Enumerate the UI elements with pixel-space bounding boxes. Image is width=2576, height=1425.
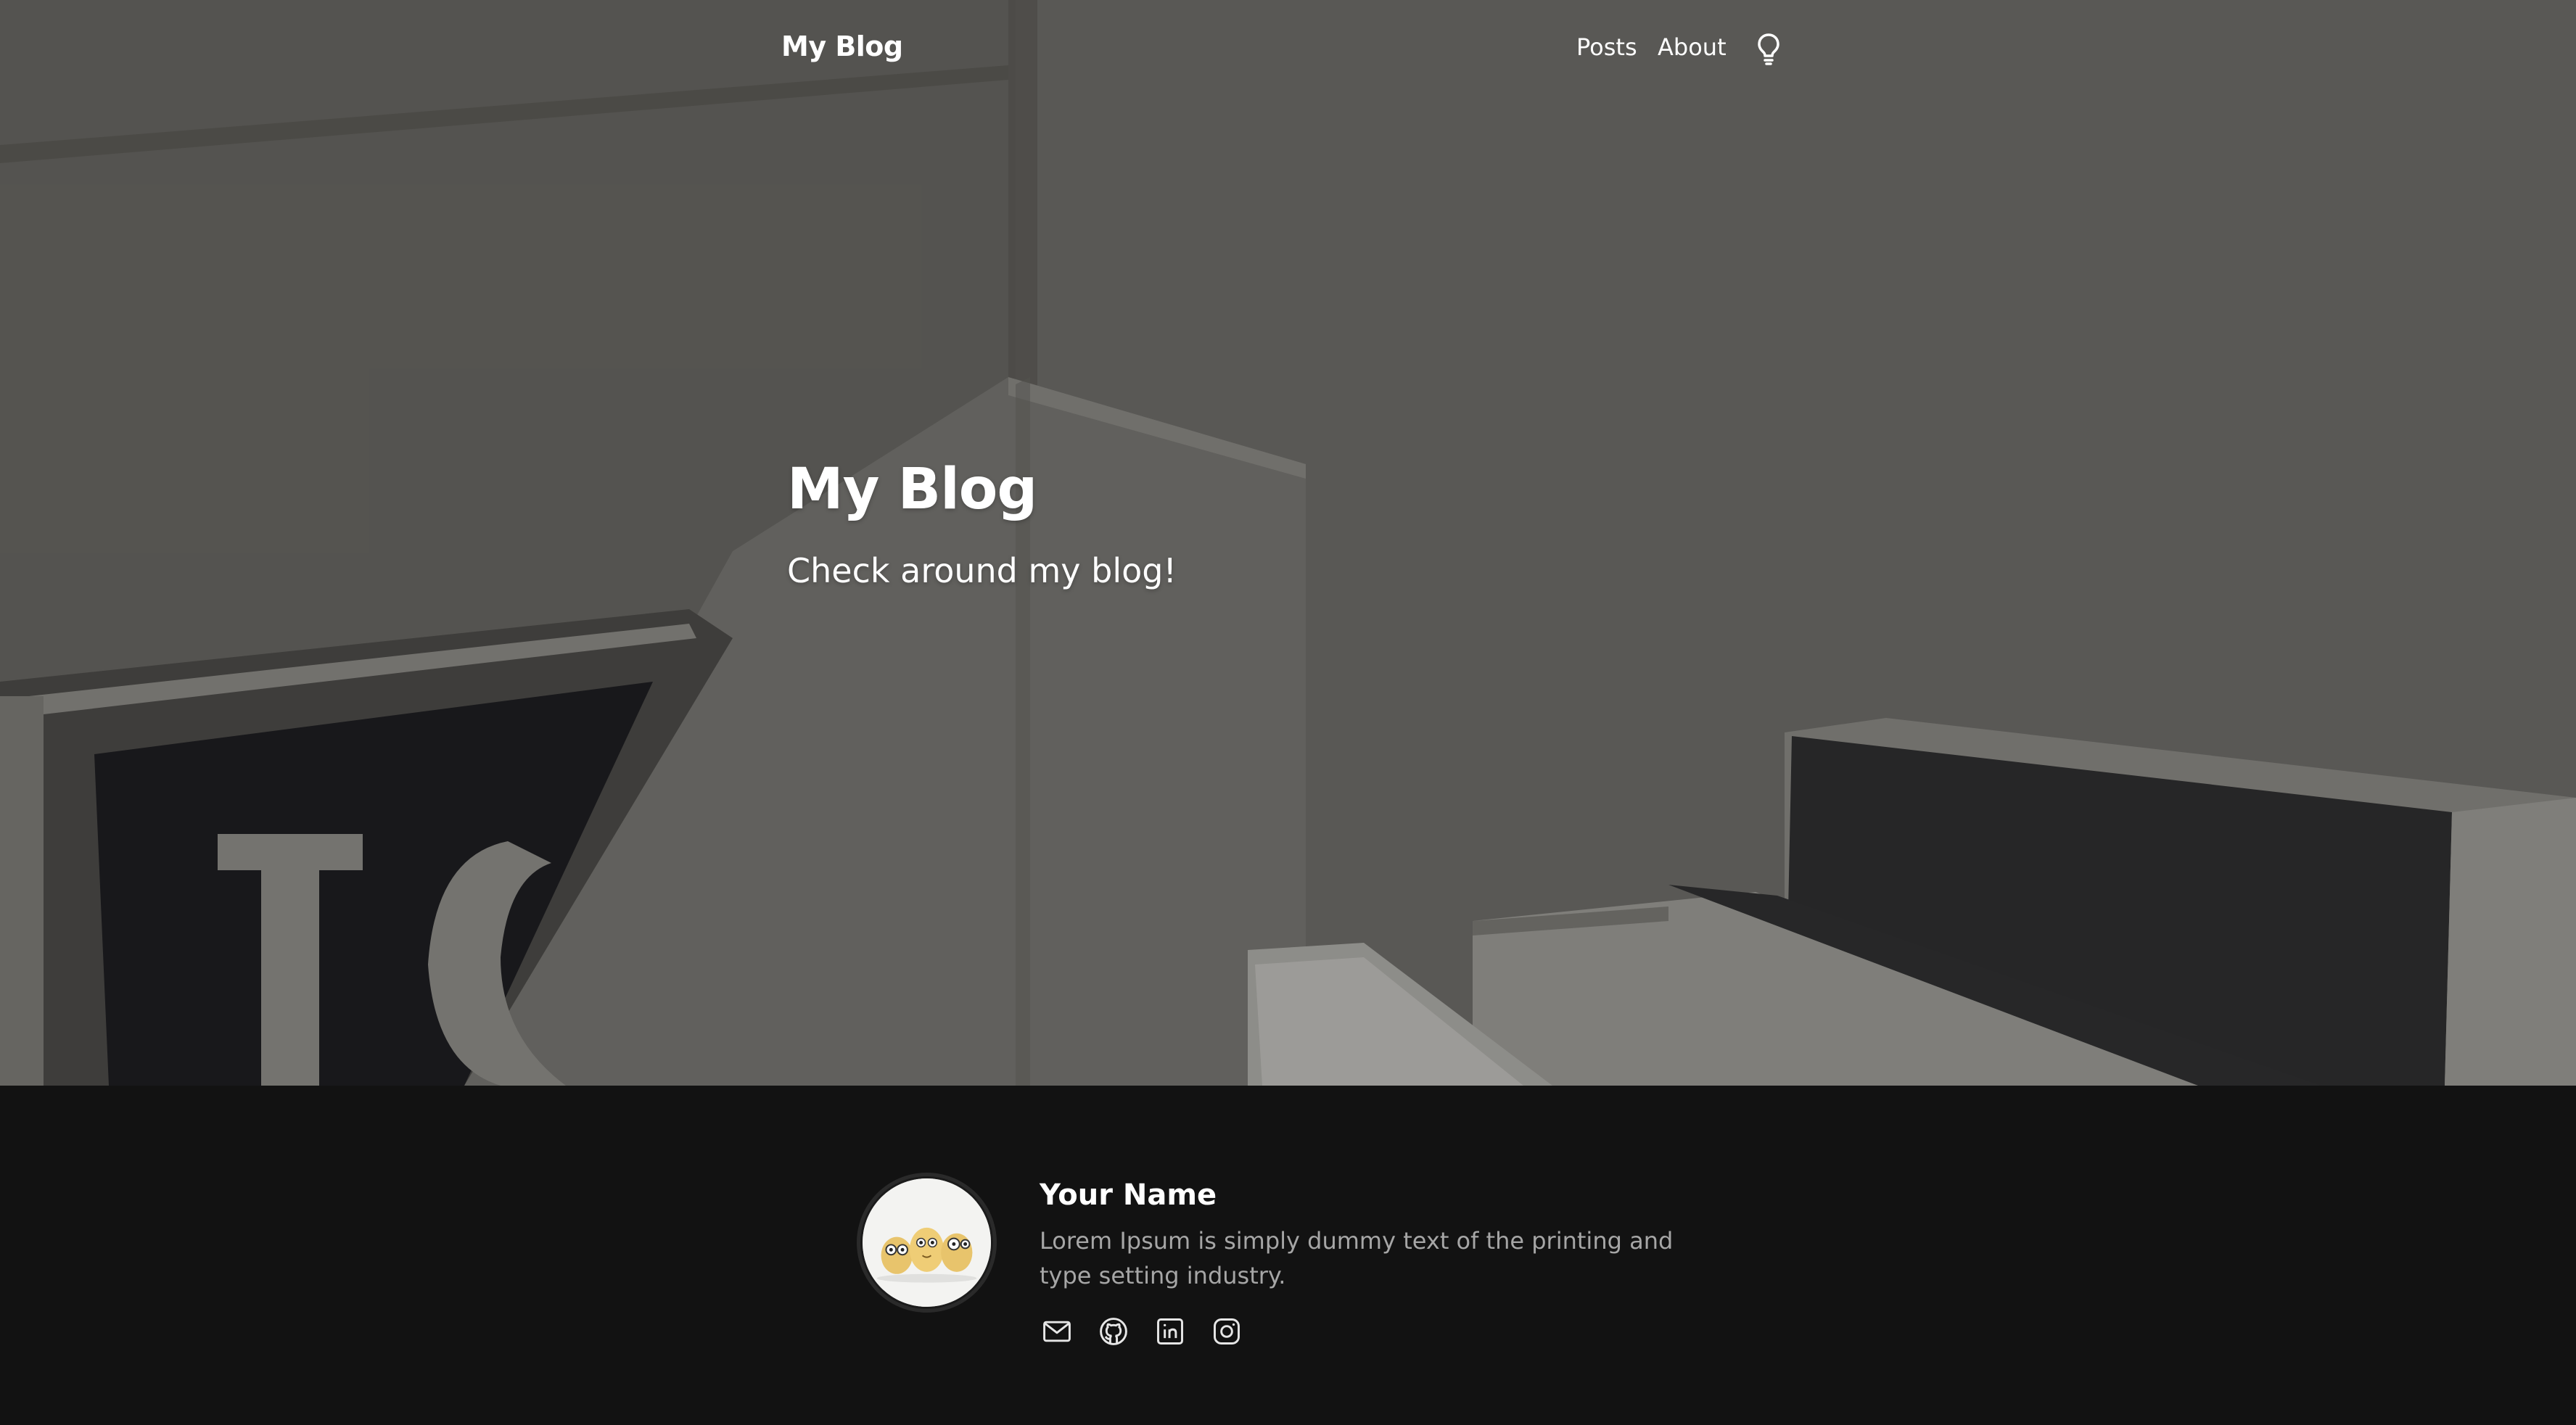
author-footer: Your Name Lorem Ipsum is simply dummy te…	[0, 1086, 2576, 1425]
avatar	[857, 1173, 997, 1313]
mail-icon	[1042, 1321, 1071, 1342]
avatar-image	[860, 1176, 993, 1309]
nav-link-about[interactable]: About	[1658, 33, 1727, 61]
site-brand-link[interactable]: My Blog	[781, 30, 903, 62]
github-icon	[1099, 1317, 1127, 1345]
theme-toggle-button[interactable]	[1754, 30, 1783, 68]
hero-title: My Blog	[787, 457, 1037, 522]
linkedin-link[interactable]	[1153, 1314, 1187, 1348]
hero-overlay	[0, 0, 2576, 1086]
top-navbar: My Blog Posts About	[0, 0, 2576, 98]
hero-banner: My Blog Posts About My Blog Check around…	[0, 0, 2576, 1086]
nav-link-posts[interactable]: Posts	[1576, 33, 1637, 61]
author-bio: Lorem Ipsum is simply dummy text of the …	[1040, 1227, 1674, 1289]
hero-subtitle: Check around my blog!	[787, 551, 1177, 590]
avatar-illustration	[863, 1178, 991, 1307]
author-name: Your Name	[1040, 1178, 1217, 1212]
github-link[interactable]	[1096, 1314, 1130, 1348]
lightbulb-icon	[1758, 33, 1779, 65]
email-link[interactable]	[1040, 1314, 1074, 1348]
linkedin-icon	[1156, 1318, 1183, 1345]
instagram-icon	[1213, 1318, 1240, 1345]
instagram-link[interactable]	[1209, 1314, 1243, 1348]
social-links	[1040, 1314, 1243, 1348]
